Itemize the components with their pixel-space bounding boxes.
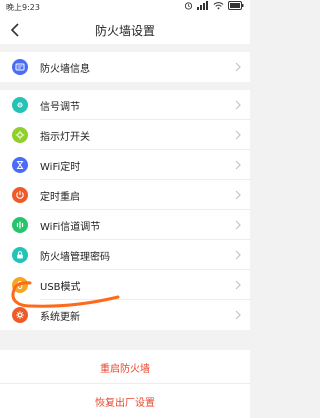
signal-icon	[12, 97, 28, 113]
wifi-timer-icon	[12, 157, 28, 173]
settings-group: 信号调节 指示灯开关 WiFi定时 定时重启 WiFi信道调节 防火墙管理密码 …	[0, 90, 250, 330]
settings-item-label: USB模式	[40, 281, 81, 293]
chevron-right-icon	[235, 310, 241, 320]
settings-item-label: 防火墙管理密码	[40, 251, 110, 263]
alarm-icon	[184, 2, 193, 10]
system-update-icon	[12, 307, 28, 323]
chevron-right-icon	[235, 280, 241, 290]
battery-icon	[228, 1, 244, 10]
indicator-light-icon	[12, 127, 28, 143]
settings-item-signal[interactable]: 信号调节	[0, 90, 250, 120]
chevron-right-icon	[235, 190, 241, 200]
title-bar: 防火墙设置	[0, 16, 250, 44]
settings-item-label: 指示灯开关	[40, 131, 90, 143]
chevron-right-icon	[235, 220, 241, 230]
factory-reset-label: 恢复出厂设置	[95, 397, 155, 409]
settings-item-wifi-channel[interactable]: WiFi信道调节	[0, 210, 250, 240]
usb-icon	[12, 277, 28, 293]
page-title: 防火墙设置	[94, 24, 155, 38]
signal-bars-icon	[197, 1, 208, 10]
info-group: 防火墙信息	[0, 52, 250, 82]
settings-item-label: 系统更新	[40, 311, 80, 323]
settings-item-usb-mode[interactable]: USB模式	[0, 270, 250, 300]
chevron-right-icon	[235, 62, 241, 72]
lock-icon	[12, 247, 28, 263]
settings-item-label: 信号调节	[40, 101, 80, 113]
settings-item-label: 防火墙信息	[40, 63, 90, 75]
wifi-channel-icon	[12, 217, 28, 233]
settings-item-admin-password[interactable]: 防火墙管理密码	[0, 240, 250, 270]
chevron-right-icon	[235, 250, 241, 260]
factory-reset-button[interactable]: 恢复出厂设置	[0, 384, 250, 418]
settings-item-wifi-timer[interactable]: WiFi定时	[0, 150, 250, 180]
settings-item-label: WiFi定时	[40, 161, 81, 173]
settings-item-label: 定时重启	[40, 191, 80, 203]
restart-firewall-label: 重启防火墙	[100, 363, 150, 375]
chevron-right-icon	[235, 160, 241, 170]
action-group: 重启防火墙 恢复出厂设置	[0, 350, 250, 418]
settings-item-firewall-info[interactable]: 防火墙信息	[0, 52, 250, 82]
settings-item-system-update[interactable]: 系统更新	[0, 300, 250, 330]
status-time: 晚上9:23	[6, 3, 40, 12]
chevron-right-icon	[235, 100, 241, 110]
status-bar: 晚上9:23	[0, 0, 250, 16]
wifi-status-icon	[213, 2, 224, 10]
firewall-info-icon	[12, 59, 28, 75]
settings-item-indicator-light[interactable]: 指示灯开关	[0, 120, 250, 150]
settings-item-label: WiFi信道调节	[40, 221, 101, 233]
status-icons	[184, 1, 244, 10]
restart-firewall-button[interactable]: 重启防火墙	[0, 350, 250, 384]
settings-item-timed-restart[interactable]: 定时重启	[0, 180, 250, 210]
timed-restart-icon	[12, 187, 28, 203]
chevron-right-icon	[235, 130, 241, 140]
